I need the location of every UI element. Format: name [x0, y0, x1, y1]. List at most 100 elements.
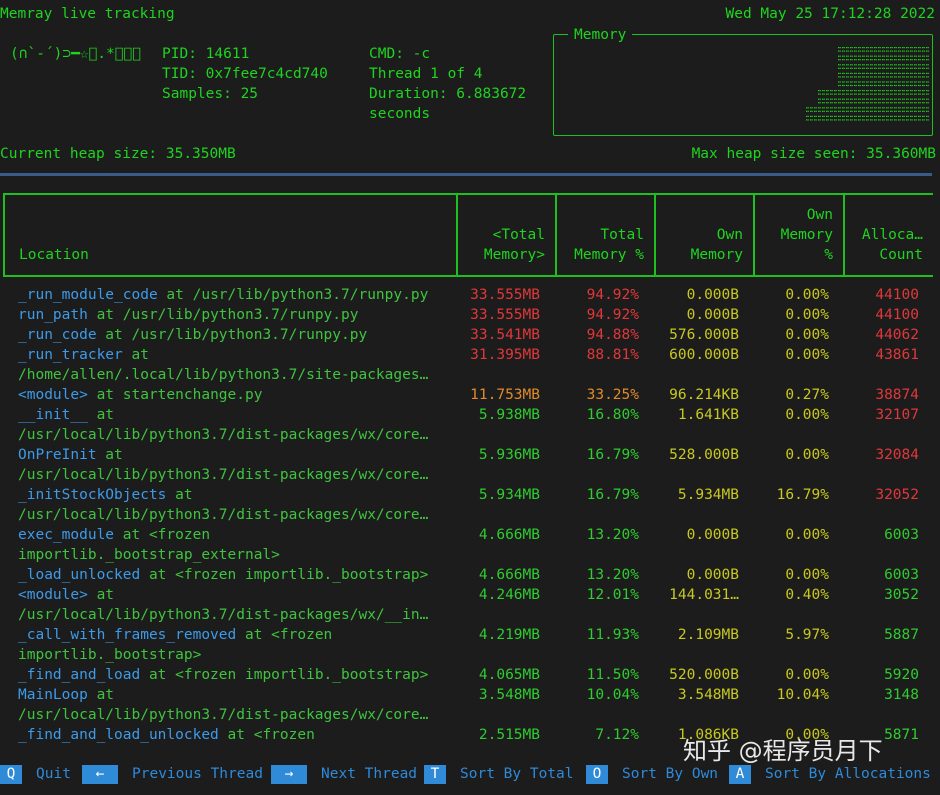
column-header-location[interactable]: Location	[5, 195, 456, 275]
file-path: <frozen	[148, 527, 211, 543]
own-memory-cell: 3.548MB	[677, 687, 739, 703]
file-path: <frozen importlib._bootstrap>	[175, 567, 429, 583]
file-path: /usr/lib/python3.7/runpy.py	[131, 327, 368, 343]
table-row-continuation: /usr/local/lib/python3.7/dist-packages/w…	[3, 465, 933, 485]
table-row-continuation: importlib._bootstrap_external>	[3, 545, 933, 565]
own-memory-pct-cell: 0.00%	[785, 667, 829, 683]
own-memory-cell: 1.641KB	[677, 407, 739, 423]
total-memory-pct-cell: 94.92%	[586, 287, 639, 303]
total-memory-cell: 4.219MB	[478, 627, 540, 643]
own-memory-pct-cell: 0.00%	[785, 567, 829, 583]
own-memory-cell: 144.031…	[669, 587, 739, 603]
own-memory-pct-cell: 0.00%	[785, 447, 829, 463]
kaomoji: (∩`-´)⊃━☆ﾟ.*･｡ﾟ	[10, 46, 141, 62]
total-memory-pct-cell: 7.12%	[595, 727, 639, 743]
own-memory-cell: 2.109MB	[677, 627, 739, 643]
own-memory-cell: 0.000B	[686, 287, 739, 303]
allocation-count-cell: 5920	[884, 667, 919, 683]
table-row[interactable]: _call_with_frames_removed at <frozen 4.21…	[3, 625, 933, 645]
key-label: Previous Thread	[132, 766, 263, 782]
location-cell: run_path at /usr/lib/python3.7/runpy.py	[18, 305, 448, 325]
table-row[interactable]: OnPreInit at 5.936MB 16.79% 528.000B 0.00% 32…	[3, 445, 933, 465]
table-row[interactable]: __init__ at 5.938MB 16.80% 1.641KB 0.00% 3210…	[3, 405, 933, 425]
tid: TID: 0x7fee7c4cd740	[162, 66, 328, 82]
total-memory-cell: 33.541MB	[470, 327, 540, 343]
own-memory-cell: 600.000B	[669, 347, 739, 363]
own-memory-pct-cell: 0.00%	[785, 407, 829, 423]
key-right-button[interactable]: →	[271, 765, 307, 784]
function-name: _initStockObjects	[18, 487, 167, 503]
table-row[interactable]: _run_module_code at /usr/lib/python3.7/r…	[3, 285, 933, 305]
table-row[interactable]: _run_code at /usr/lib/python3.7/runpy.py…	[3, 325, 933, 345]
table-row[interactable]: _load_unlocked at <frozen importlib._boo…	[3, 565, 933, 585]
table-row[interactable]: <module> at startenchange.py 11.753MB 33.2…	[3, 385, 933, 405]
allocation-count-cell: 5887	[884, 627, 919, 643]
file-path: importlib._bootstrap_external>	[18, 547, 280, 563]
current-heap-size: Current heap size: 35.350MB	[0, 146, 236, 162]
allocation-count-cell: 43861	[875, 347, 919, 363]
table-row[interactable]: _run_tracker at 31.395MB 88.81% 600.000B 0.0…	[3, 345, 933, 365]
table-row[interactable]: exec_module at <frozen 4.666MB 13.20% 0.000…	[3, 525, 933, 545]
function-name: _run_code	[18, 327, 97, 343]
total-memory-cell: 3.548MB	[478, 687, 540, 703]
table-row[interactable]: run_path at /usr/lib/python3.7/runpy.py 3…	[3, 305, 933, 325]
allocation-count-cell: 6003	[884, 567, 919, 583]
max-heap-size: Max heap size seen: 35.360MB	[691, 146, 936, 162]
file-path: /home/allen/.local/lib/python3.7/site-pa…	[18, 367, 429, 383]
column-header-own-memory-pct[interactable]: Own Memory %	[753, 195, 843, 275]
key-t-button[interactable]: T	[424, 765, 446, 784]
location-cell: <module> at	[18, 585, 448, 605]
at-keyword: at	[96, 327, 132, 343]
own-memory-pct-cell: 0.00%	[785, 327, 829, 343]
file-path: /usr/lib/python3.7/runpy.py	[192, 287, 429, 303]
total-memory-cell: 5.938MB	[478, 407, 540, 423]
column-header-own-memory[interactable]: Own Memory	[654, 195, 753, 275]
thread-indicator: Thread 1 of 4	[369, 66, 483, 82]
divider	[0, 173, 932, 176]
table-row[interactable]: <module> at 4.246MB 12.01% 144.031… 0.40% 305…	[3, 585, 933, 605]
table-row[interactable]: MainLoop at 3.548MB 10.04% 3.548MB 10.04% 314…	[3, 685, 933, 705]
location-cell: _run_module_code at /usr/lib/python3.7/r…	[18, 285, 448, 305]
function-name: <module>	[18, 387, 88, 403]
file-path: /usr/local/lib/python3.7/dist-packages/w…	[18, 707, 429, 723]
table-header: Location <Total Memory> Total Memory % O…	[3, 193, 933, 277]
function-name: _find_and_load_unlocked	[18, 727, 219, 743]
own-memory-pct-cell: 0.00%	[785, 287, 829, 303]
key-o-button[interactable]: O	[586, 765, 608, 784]
table-row[interactable]: _initStockObjects at 5.934MB 16.79% 5.934MB…	[3, 485, 933, 505]
column-header-allocation-count[interactable]: Alloca… Count	[843, 195, 933, 275]
total-memory-cell: 31.395MB	[470, 347, 540, 363]
allocation-count-cell: 32107	[875, 407, 919, 423]
table-row-continuation: importlib._bootstrap>	[3, 645, 933, 665]
location-cell: _run_tracker at	[18, 345, 448, 365]
file-path: importlib._bootstrap>	[18, 647, 202, 663]
location-cell: __init__ at	[18, 405, 448, 425]
allocation-count-cell: 44100	[875, 287, 919, 303]
key-q-button[interactable]: Q	[0, 765, 22, 784]
own-memory-cell: 520.000B	[669, 667, 739, 683]
own-memory-cell: 528.000B	[669, 447, 739, 463]
file-path: /usr/local/lib/python3.7/dist-packages/w…	[18, 427, 429, 443]
table-row-continuation: /usr/local/lib/python3.7/dist-packages/w…	[3, 605, 933, 625]
own-memory-cell: 5.934MB	[677, 487, 739, 503]
column-header-total-memory-pct[interactable]: Total Memory %	[555, 195, 654, 275]
total-memory-cell: 4.666MB	[478, 567, 540, 583]
at-keyword: at	[157, 287, 193, 303]
own-memory-cell: 0.000B	[686, 527, 739, 543]
function-name: <module>	[18, 587, 88, 603]
function-name: _run_module_code	[18, 287, 158, 303]
at-keyword: at	[140, 567, 176, 583]
own-memory-pct-cell: 0.00%	[785, 307, 829, 323]
column-header-total-memory[interactable]: <Total Memory>	[456, 195, 555, 275]
allocation-count-cell: 5871	[884, 727, 919, 743]
total-memory-cell: 4.065MB	[478, 667, 540, 683]
location-cell: _run_code at /usr/lib/python3.7/runpy.py	[18, 325, 448, 345]
total-memory-cell: 33.555MB	[470, 287, 540, 303]
own-memory-pct-cell: 0.27%	[785, 387, 829, 403]
key-left-button[interactable]: ←	[82, 765, 118, 784]
at-keyword: at	[87, 587, 115, 603]
key-a-button[interactable]: A	[729, 765, 751, 784]
function-name: exec_module	[18, 527, 115, 543]
allocations-table[interactable]: Location <Total Memory> Total Memory % O…	[3, 193, 933, 745]
table-row[interactable]: _find_and_load at <frozen importlib._boo…	[3, 665, 933, 685]
